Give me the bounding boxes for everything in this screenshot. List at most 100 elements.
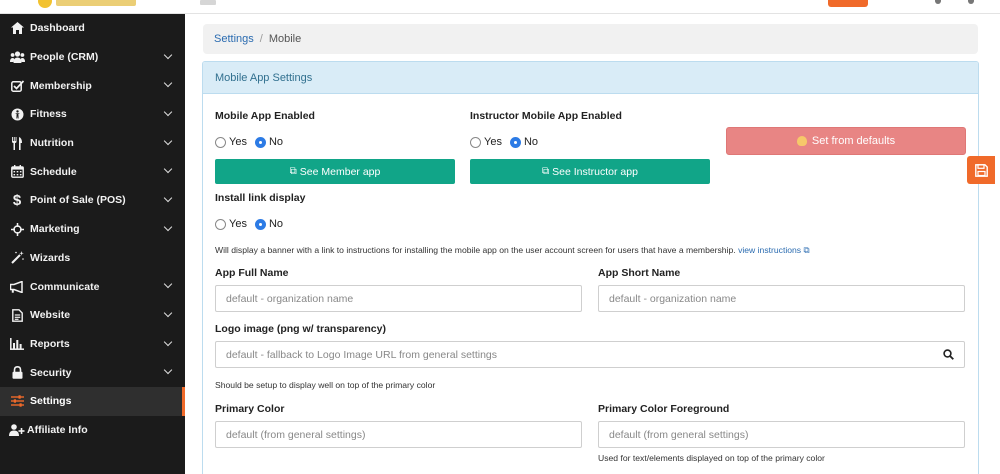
logo-image-input[interactable]: default - fallback to Logo Image URL fro… bbox=[215, 341, 934, 368]
checkbox-icon bbox=[9, 79, 25, 93]
radio-checked-icon[interactable] bbox=[254, 136, 266, 148]
button-label: See Instructor app bbox=[552, 165, 638, 178]
sidebar-item-label: Point of Sale (POS) bbox=[30, 194, 126, 207]
breadcrumb: Settings / Mobile bbox=[203, 24, 978, 54]
sidebar-item-label: Schedule bbox=[30, 165, 77, 178]
logo-help-text: Should be setup to display well on top o… bbox=[215, 380, 436, 390]
sidebar-item-security[interactable]: Security bbox=[0, 358, 185, 387]
radio-label: Yes bbox=[229, 136, 247, 148]
sidebar-item-label: Website bbox=[30, 309, 71, 322]
crosshair-icon bbox=[9, 222, 25, 236]
breadcrumb-current: Mobile bbox=[268, 33, 302, 45]
sidebar-item-reports[interactable]: Reports bbox=[0, 330, 185, 359]
sidebar-item-label: Fitness bbox=[30, 108, 67, 121]
sidebar-item-label: Security bbox=[30, 366, 72, 379]
radio-label: Yes bbox=[229, 218, 247, 230]
breadcrumb-settings-link[interactable]: Settings bbox=[214, 33, 254, 45]
chevron-down-icon bbox=[163, 107, 173, 117]
sidebar-item-label: Marketing bbox=[30, 223, 80, 236]
radio-unchecked-icon[interactable] bbox=[215, 136, 226, 148]
sidebar-item-people[interactable]: People (CRM) bbox=[0, 43, 185, 72]
instructor-app-enabled-radios: Yes No bbox=[470, 136, 546, 148]
external-link-icon: ⧉ bbox=[542, 166, 550, 177]
sidebar-item-label: Wizards bbox=[30, 251, 71, 264]
logo-image-search-button[interactable] bbox=[933, 341, 965, 368]
view-instructions-link[interactable]: view instructions bbox=[738, 245, 801, 255]
people-icon bbox=[9, 50, 25, 64]
sidebar-item-website[interactable]: Website bbox=[0, 301, 185, 330]
radio-unchecked-icon[interactable] bbox=[470, 136, 481, 148]
sidebar-item-schedule[interactable]: Schedule bbox=[0, 157, 185, 186]
app-short-name-input[interactable]: default - organization name bbox=[598, 285, 965, 312]
sidebar-item-label: Nutrition bbox=[30, 137, 74, 150]
sidebar-item-pos[interactable]: $ Point of Sale (POS) bbox=[0, 186, 185, 215]
mobile-app-enabled-no[interactable]: No bbox=[254, 136, 284, 148]
search-icon bbox=[943, 349, 954, 360]
sidebar-item-nutrition[interactable]: Nutrition bbox=[0, 129, 185, 158]
menu-toggle-button[interactable] bbox=[200, 0, 216, 5]
radio-unchecked-icon[interactable] bbox=[215, 218, 226, 230]
hand-icon bbox=[796, 136, 807, 146]
mobile-app-enabled-label: Mobile App Enabled bbox=[215, 110, 315, 122]
sidebar-item-membership[interactable]: Membership bbox=[0, 71, 185, 100]
external-link-icon: ⧉ bbox=[289, 166, 297, 177]
radio-label: Yes bbox=[484, 136, 502, 148]
radio-checked-icon[interactable] bbox=[254, 218, 266, 230]
install-link-help-text: Will display a banner with a link to ins… bbox=[215, 245, 810, 256]
primary-fg-help-text: Used for text/elements displayed on top … bbox=[598, 453, 825, 463]
fitness-icon bbox=[9, 107, 25, 121]
install-link-no[interactable]: No bbox=[254, 218, 284, 230]
home-icon bbox=[9, 21, 25, 35]
install-link-radios: Yes No bbox=[215, 218, 291, 230]
sidebar-item-affiliate-info[interactable]: Affiliate Info bbox=[0, 416, 185, 445]
document-icon bbox=[9, 308, 25, 322]
button-label: Set from defaults bbox=[811, 135, 896, 147]
instructor-app-enabled-no[interactable]: No bbox=[509, 136, 539, 148]
chevron-down-icon bbox=[163, 165, 173, 174]
radio-checked-icon[interactable] bbox=[509, 136, 521, 148]
sidebar-item-dashboard[interactable]: Dashboard bbox=[0, 14, 185, 43]
sidebar-item-label: Dashboard bbox=[30, 22, 85, 35]
primary-color-foreground-input[interactable]: default (from general settings) bbox=[598, 421, 965, 448]
install-link-yes[interactable]: Yes bbox=[215, 218, 247, 230]
sidebar-item-label: Reports bbox=[30, 337, 70, 350]
header-icon-left[interactable] bbox=[935, 0, 941, 4]
app-logo[interactable] bbox=[30, 0, 140, 8]
sidebar: Dashboard People (CRM) Membership Fitnes… bbox=[0, 14, 185, 474]
wand-icon bbox=[9, 251, 25, 265]
see-member-app-button[interactable]: ⧉ See Member app bbox=[215, 159, 455, 184]
app-short-name-label: App Short Name bbox=[598, 267, 681, 279]
sidebar-item-wizards[interactable]: Wizards bbox=[0, 244, 185, 273]
radio-label: No bbox=[268, 136, 284, 148]
header-icon-right[interactable] bbox=[968, 0, 974, 4]
save-icon bbox=[974, 163, 988, 177]
instructor-app-enabled-yes[interactable]: Yes bbox=[470, 136, 502, 148]
sidebar-item-fitness[interactable]: Fitness bbox=[0, 100, 185, 129]
sidebar-item-communicate[interactable]: Communicate bbox=[0, 272, 185, 301]
chevron-down-icon bbox=[163, 50, 173, 59]
app-full-name-label: App Full Name bbox=[215, 267, 289, 279]
see-instructor-app-button[interactable]: ⧉ See Instructor app bbox=[470, 159, 710, 184]
primary-color-label: Primary Color bbox=[215, 403, 285, 415]
sidebar-item-marketing[interactable]: Marketing bbox=[0, 215, 185, 244]
radio-label: No bbox=[523, 136, 539, 148]
instructor-app-enabled-label: Instructor Mobile App Enabled bbox=[470, 110, 622, 122]
utensils-icon bbox=[9, 136, 25, 150]
button-label: See Member app bbox=[299, 165, 381, 178]
top-action-button[interactable] bbox=[828, 0, 868, 7]
floating-save-button[interactable] bbox=[967, 156, 995, 184]
sidebar-item-label: Communicate bbox=[30, 280, 100, 293]
sidebar-item-label: People (CRM) bbox=[30, 51, 99, 64]
radio-label: No bbox=[268, 218, 284, 230]
mobile-app-enabled-yes[interactable]: Yes bbox=[215, 136, 247, 148]
breadcrumb-separator: / bbox=[259, 33, 263, 45]
set-from-defaults-button[interactable]: Set from defaults bbox=[726, 127, 966, 155]
bar-chart-icon bbox=[9, 337, 25, 351]
primary-color-input[interactable]: default (from general settings) bbox=[215, 421, 582, 448]
logo-wordmark bbox=[56, 0, 136, 6]
sidebar-item-settings[interactable]: Settings bbox=[0, 386, 185, 416]
user-plus-icon bbox=[9, 423, 25, 437]
logo-image-label: Logo image (png w/ transparency) bbox=[215, 323, 386, 335]
top-header bbox=[0, 0, 1000, 14]
app-full-name-input[interactable]: default - organization name bbox=[215, 285, 582, 312]
